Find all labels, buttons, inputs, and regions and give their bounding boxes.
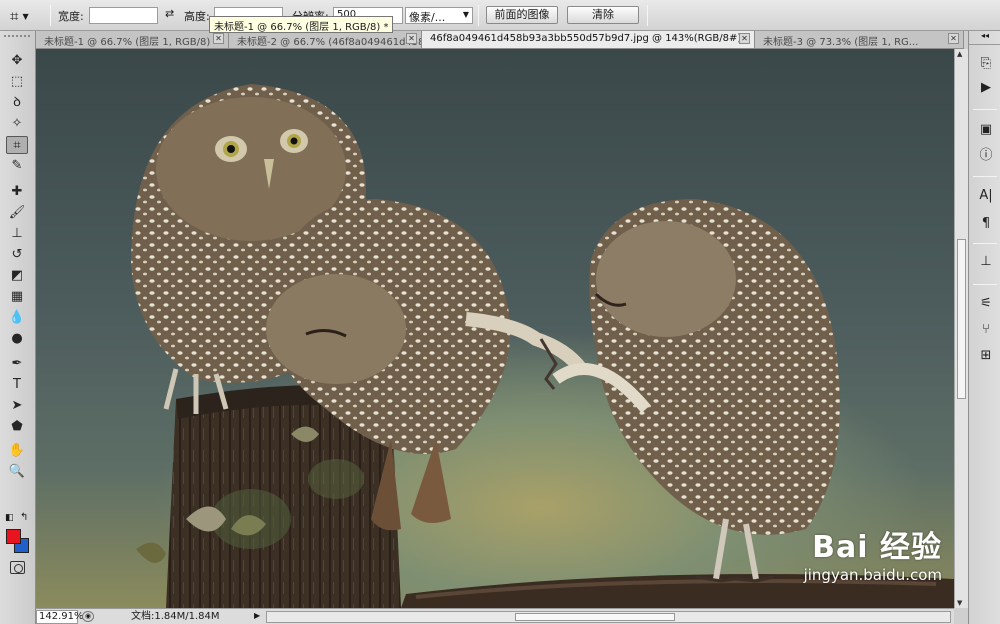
document-size: 文档:1.84M/1.84M (131, 611, 220, 622)
options-bar: ⌗ ▼ 宽度: ⇄ 高度: 分辨率: 500 像素/... ▼ 前面的图像 清除 (0, 0, 1000, 31)
height-label: 高度: (184, 10, 210, 23)
blur-tool[interactable]: 💧 (6, 309, 28, 327)
panel-grip[interactable] (4, 35, 30, 41)
status-bar: 142.91% ◉ 文档:1.84M/1.84M ▶ (36, 608, 954, 624)
crop-tool[interactable]: ⌗ (6, 136, 28, 154)
dock-divider (973, 284, 997, 285)
width-field[interactable] (89, 7, 158, 24)
tab-label: 未标题-1 @ 66.7% (图层 1, RGB/8) * (44, 37, 219, 48)
path-selection-tool[interactable]: ➤ (6, 397, 28, 415)
baidu-watermark: Bai 经验 jingyan.baidu.com (804, 522, 942, 584)
brush-tool[interactable]: 🖌 (6, 204, 28, 222)
marquee-tool[interactable]: ⬚ (6, 73, 28, 91)
clone-source-icon[interactable]: ⊥ (977, 253, 995, 271)
info-icon[interactable]: ⓘ (977, 147, 995, 165)
eraser-tool[interactable]: ◩ (6, 267, 28, 285)
magic-wand-tool[interactable]: ✧ (6, 115, 28, 133)
dock-divider (973, 243, 997, 244)
width-label: 宽度: (58, 10, 84, 23)
shape-tool[interactable]: ⬟ (6, 418, 28, 436)
image-canvas[interactable]: Bai 经验 jingyan.baidu.com (36, 49, 954, 608)
lasso-tool[interactable]: ꝺ (6, 94, 28, 112)
close-icon[interactable]: ✕ (948, 33, 959, 44)
tab-label: 46f8a049461d458b93a3bb550d57b9d7.jpg @ 1… (430, 33, 742, 44)
vertical-scrollbar[interactable]: ▲ ▼ (954, 49, 968, 608)
status-menu-icon[interactable]: ◉ (82, 611, 94, 622)
tool-presets-icon[interactable]: ⑂ (977, 321, 995, 339)
toolbox: ✥ ⬚ ꝺ ✧ ⌗ ✎ ✚ 🖌 ⊥ ↺ ◩ ▦ 💧 ● ✒ T ➤ ⬟ ✋ 🔍 … (0, 31, 36, 624)
dodge-tool[interactable]: ● (6, 330, 28, 348)
resolution-unit-value: 像素/... (409, 11, 446, 24)
brushes-icon[interactable]: ⚟ (977, 295, 995, 313)
gradient-tool[interactable]: ▦ (6, 288, 28, 306)
tool-preset-picker[interactable]: ⌗ ▼ (10, 6, 44, 26)
move-tool[interactable]: ✥ (6, 52, 28, 70)
quick-mask-icon[interactable] (10, 561, 25, 574)
close-icon[interactable]: ✕ (739, 33, 750, 44)
panel-dock: ◂◂ ⎘ ▶ ▣ ⓘ A| ¶ ⊥ ⚟ ⑂ ⊞ (968, 31, 1000, 624)
zoom-field[interactable]: 142.91% (36, 610, 84, 624)
actions-icon[interactable]: ▶ (977, 79, 995, 97)
swap-dimensions-icon[interactable]: ⇄ (165, 7, 174, 20)
scroll-up-icon[interactable]: ▲ (957, 50, 962, 58)
scroll-thumb[interactable] (515, 613, 675, 621)
clear-button[interactable]: 清除 (567, 6, 639, 24)
front-image-button[interactable]: 前面的图像 (486, 6, 558, 24)
default-colors-icon[interactable]: ◧ (5, 513, 14, 523)
tab-tooltip: 未标题-1 @ 66.7% (图层 1, RGB/8) * (209, 16, 394, 33)
tab-label: 未标题-2 @ 66.7% (46f8a049461d458b93a3... (237, 37, 421, 48)
type-tool[interactable]: T (6, 376, 28, 394)
close-icon[interactable]: ✕ (406, 33, 417, 44)
clone-stamp-tool[interactable]: ⊥ (6, 225, 28, 243)
tab-document-2[interactable]: 未标题-2 @ 66.7% (46f8a049461d458b93a3... ✕ (229, 31, 422, 48)
close-icon[interactable]: ✕ (213, 33, 224, 44)
character-icon[interactable]: A| (977, 187, 995, 205)
tab-document-4[interactable]: 未标题-3 @ 73.3% (图层 1, RG... ✕ (755, 31, 964, 48)
foreground-color-swatch[interactable] (6, 529, 21, 544)
tab-document-3[interactable]: 46f8a049461d458b93a3bb550d57b9d7.jpg @ 1… (422, 31, 755, 48)
horizontal-scrollbar[interactable] (266, 611, 951, 623)
dock-divider (973, 109, 997, 110)
document-tabs: 未标题-1 @ 66.7% (图层 1, RGB/8) * ✕ 未标题-2 @ … (36, 31, 964, 49)
tab-document-1[interactable]: 未标题-1 @ 66.7% (图层 1, RGB/8) * ✕ (36, 31, 229, 48)
scroll-down-icon[interactable]: ▼ (957, 599, 962, 607)
healing-brush-tool[interactable]: ✚ (6, 183, 28, 201)
navigator-icon[interactable]: ▣ (977, 121, 995, 139)
history-icon[interactable]: ⎘ (977, 55, 995, 73)
swap-colors-icon[interactable]: ↰ (20, 512, 28, 523)
scroll-thumb[interactable] (957, 239, 966, 399)
hand-tool[interactable]: ✋ (6, 442, 28, 460)
collapse-dock-icon[interactable]: ◂◂ (969, 31, 1000, 45)
tab-label: 未标题-3 @ 73.3% (图层 1, RG... (763, 37, 919, 48)
pen-tool[interactable]: ✒ (6, 355, 28, 373)
layer-comps-icon[interactable]: ⊞ (977, 347, 995, 365)
crop-icon: ⌗ (10, 7, 19, 25)
watermark-url: jingyan.baidu.com (803, 566, 942, 584)
history-brush-tool[interactable]: ↺ (6, 246, 28, 264)
eyedropper-tool[interactable]: ✎ (6, 157, 28, 175)
zoom-tool[interactable]: 🔍 (6, 463, 28, 481)
resolution-unit-select[interactable]: 像素/... ▼ (405, 7, 473, 24)
chevron-down-icon: ▼ (22, 11, 29, 21)
status-options-icon[interactable]: ▶ (254, 611, 260, 620)
chevron-down-icon: ▼ (462, 10, 469, 19)
paragraph-icon[interactable]: ¶ (977, 215, 995, 233)
dock-divider (973, 176, 997, 177)
watermark-brand: Bai 经验 (812, 530, 942, 565)
divider (50, 5, 51, 26)
divider (478, 5, 479, 26)
divider (647, 5, 648, 26)
